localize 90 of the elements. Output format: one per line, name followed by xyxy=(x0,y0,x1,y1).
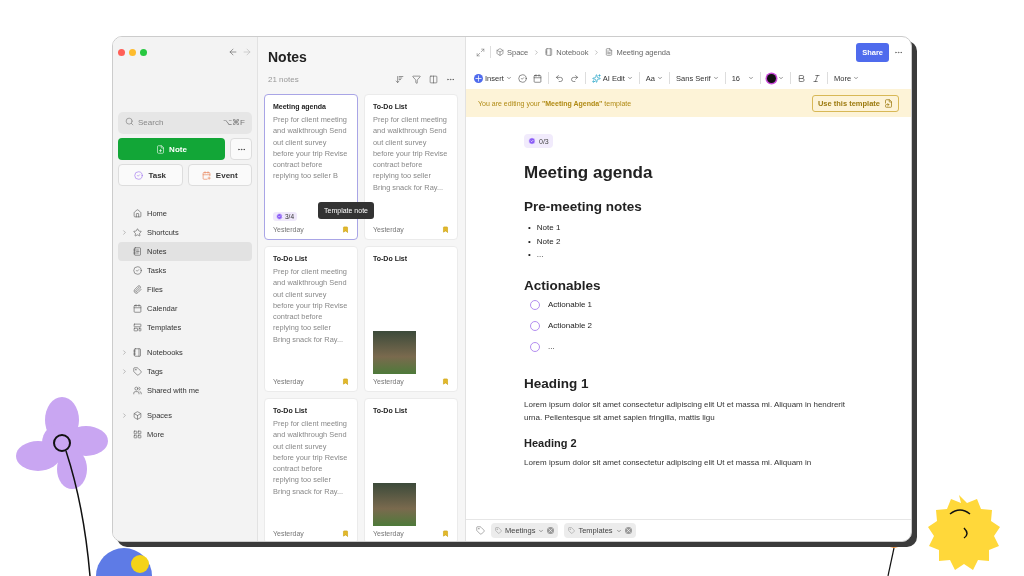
close-dot[interactable] xyxy=(118,48,125,56)
new-event-button[interactable]: Event xyxy=(187,164,252,186)
chevron-icon xyxy=(121,229,128,236)
chevron-icon xyxy=(121,412,128,419)
template-icon xyxy=(884,98,893,108)
tag-icon xyxy=(568,527,576,534)
task-icon[interactable] xyxy=(517,73,527,83)
template-icon[interactable] xyxy=(442,226,449,233)
caret-icon xyxy=(615,527,622,534)
filter-icon[interactable] xyxy=(412,75,421,84)
new-task-button[interactable]: Task xyxy=(118,164,183,186)
sort-icon[interactable] xyxy=(395,75,404,84)
caret-icon xyxy=(712,75,719,81)
bullet-marker: • xyxy=(528,249,531,261)
sidebar-icon xyxy=(133,367,142,376)
bullet-marker: • xyxy=(528,235,531,248)
heading: Pre-meeting notes xyxy=(524,199,643,214)
template-icon[interactable] xyxy=(342,530,349,537)
note-icon xyxy=(605,48,614,56)
caret-icon xyxy=(853,75,860,81)
chevron-icon xyxy=(121,349,128,356)
caret-icon xyxy=(748,75,754,81)
calendar-icon[interactable] xyxy=(532,73,542,83)
italic-icon[interactable] xyxy=(812,73,821,83)
more-button[interactable] xyxy=(230,138,252,160)
zoom-dot[interactable] xyxy=(140,48,147,56)
caret-icon xyxy=(626,75,633,81)
sidebar-icon xyxy=(133,348,142,357)
shortcut-hint: ⌥⌘F xyxy=(223,118,245,127)
redo-icon[interactable] xyxy=(569,73,579,83)
todo-text: ... xyxy=(548,342,555,351)
sidebar-icon xyxy=(133,323,142,332)
minimize-dot[interactable] xyxy=(129,48,136,56)
sidebar-icon xyxy=(133,430,142,439)
caret-icon xyxy=(538,527,545,534)
layout-icon[interactable] xyxy=(429,75,438,84)
paragraph: Lorem ipsum dolor sit amet consectetur adipiscing elit Ut et massa mi. Aliquam in hendrerit urna. Pellentesque sit amet sapien fringilla, mattis ligu xyxy=(524,398,847,424)
color-picker[interactable] xyxy=(767,73,784,83)
sidebar-icon xyxy=(133,304,142,313)
bullet-item: Note 2 xyxy=(536,235,561,248)
tag-icon xyxy=(495,527,502,534)
list-title: Notes xyxy=(268,49,308,65)
cube-icon xyxy=(496,48,504,56)
sidebar-icon xyxy=(133,209,142,218)
notebook-icon xyxy=(545,48,554,56)
undo-icon[interactable] xyxy=(554,73,564,83)
remove-icon[interactable] xyxy=(547,527,555,534)
caret-icon xyxy=(657,75,664,81)
chevron-icon xyxy=(533,48,541,56)
bold-icon[interactable] xyxy=(797,73,806,83)
subheading: Heading 2 xyxy=(524,436,578,449)
template-icon[interactable] xyxy=(442,530,449,537)
caret-icon xyxy=(778,75,784,81)
caret-icon xyxy=(505,75,512,81)
plus-icon xyxy=(474,73,483,83)
expand-icon[interactable] xyxy=(476,47,485,57)
note-plus-icon xyxy=(156,144,166,154)
forward-arrow-icon[interactable] xyxy=(242,47,252,57)
add-tag-icon[interactable] xyxy=(476,526,485,535)
search-icon xyxy=(125,117,134,126)
note-count: 21 notes xyxy=(268,75,300,84)
back-arrow-icon[interactable] xyxy=(228,47,238,57)
task-icon xyxy=(134,170,144,180)
sidebar-icon xyxy=(133,266,142,275)
bullet-item: ... xyxy=(536,249,544,261)
sidebar-icon xyxy=(133,386,142,395)
sparkle-icon xyxy=(591,73,601,83)
document-title: Meeting agenda xyxy=(524,163,654,183)
check-icon xyxy=(276,213,283,220)
remove-icon[interactable] xyxy=(624,527,632,534)
sidebar-icon xyxy=(133,228,142,237)
bullet-item: Note 1 xyxy=(536,222,561,234)
check-icon xyxy=(528,137,536,145)
template-icon[interactable] xyxy=(342,378,349,385)
template-icon[interactable] xyxy=(442,378,449,385)
todo-text: Actionable 1 xyxy=(548,300,593,309)
dot-drawing xyxy=(131,555,149,573)
chevron-icon xyxy=(593,48,601,56)
todo-text: Actionable 2 xyxy=(548,321,593,330)
heading: Heading 1 xyxy=(524,375,590,391)
sidebar-icon xyxy=(133,411,142,420)
sidebar-icon xyxy=(133,285,142,294)
sidebar-icon xyxy=(133,247,142,256)
more-icon[interactable] xyxy=(446,75,455,84)
chevron-icon xyxy=(121,368,128,375)
bullet-marker: • xyxy=(528,222,531,234)
heading: Actionables xyxy=(524,277,602,293)
template-icon[interactable] xyxy=(342,226,349,233)
paragraph: Lorem ipsum dolor sit amet consectetur adipiscing elit Ut et massa mi. Aliquam in xyxy=(524,456,813,469)
calendar-icon xyxy=(201,170,211,180)
